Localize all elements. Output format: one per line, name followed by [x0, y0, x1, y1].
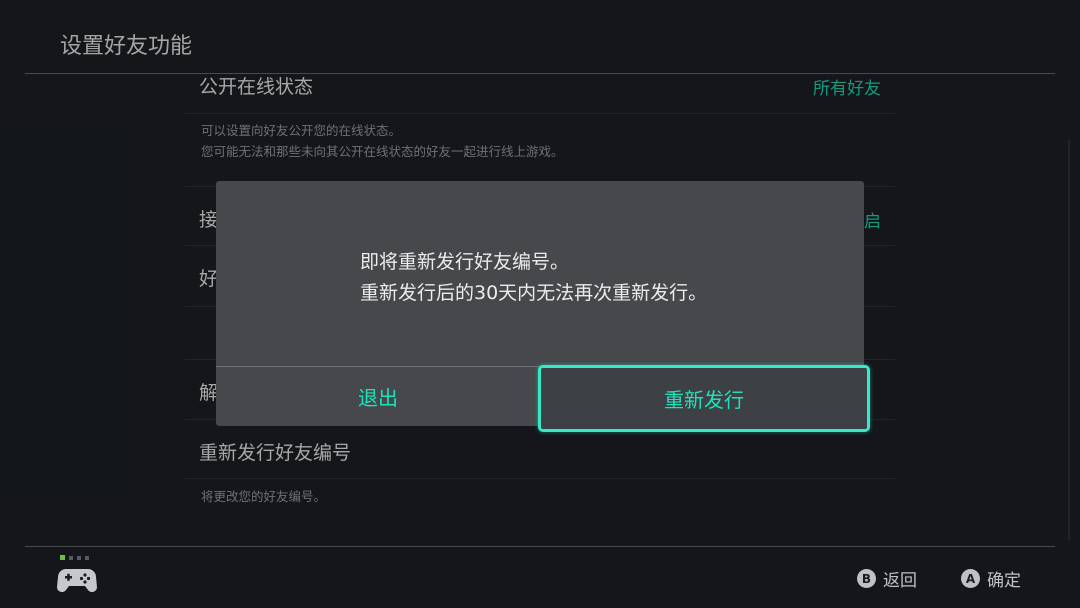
reissue-button[interactable]: 重新发行	[538, 365, 870, 432]
back-hint[interactable]: B 返回	[857, 566, 917, 591]
dialog-message: 即将重新发行好友编号。 重新发行后的30天内无法再次重新发行。	[360, 251, 708, 304]
gamepad-icon	[57, 554, 97, 596]
b-button-icon: B	[857, 569, 876, 588]
back-label: 返回	[883, 571, 917, 591]
exit-button[interactable]: 退出	[216, 367, 540, 426]
a-button-icon: A	[961, 569, 980, 588]
ok-label: 确定	[987, 571, 1021, 591]
ok-hint[interactable]: A 确定	[961, 566, 1021, 591]
